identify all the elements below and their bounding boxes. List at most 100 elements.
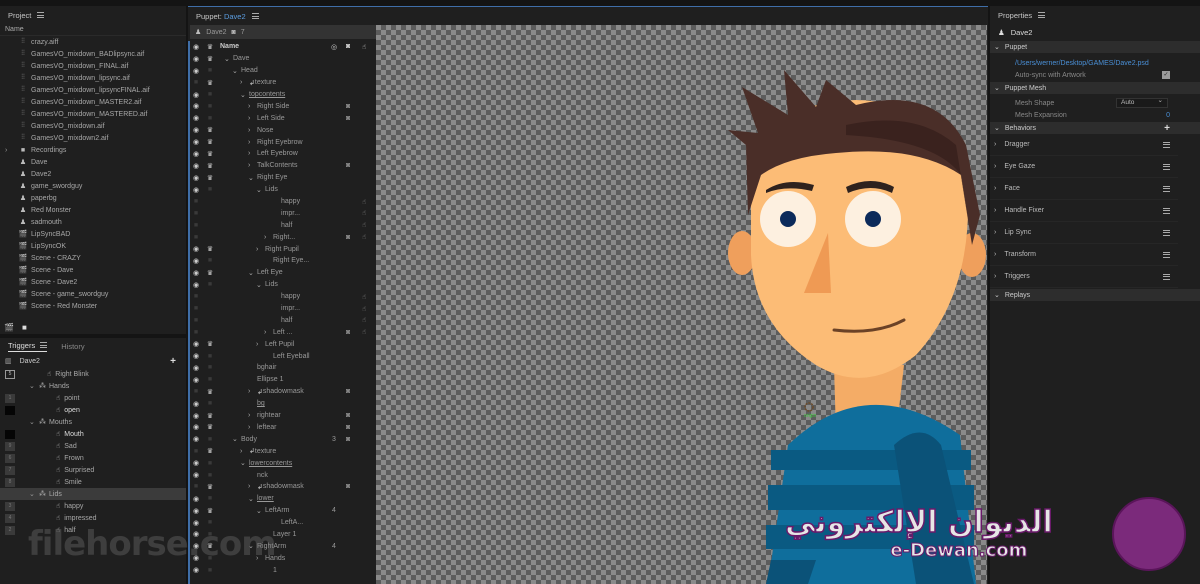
crown-icon[interactable]: ■ xyxy=(204,400,216,407)
trigger-row[interactable]: 4 ☝ impressed xyxy=(0,512,186,524)
chevron-down-icon[interactable]: ⌄ xyxy=(29,418,39,426)
visibility-icon[interactable]: ◉ xyxy=(190,102,202,110)
layer-row[interactable]: ◉ ■ bg xyxy=(190,398,376,410)
layer-row[interactable]: ◉ ■ ⌄ Body 3 ◙ xyxy=(190,433,376,445)
crown-icon[interactable]: ■ xyxy=(204,67,216,74)
layer-row[interactable]: ◉ ■ ⌄ topcontents xyxy=(190,89,376,101)
crown-icon[interactable]: ■ xyxy=(204,495,216,502)
layer-row[interactable]: ◉ ■ 1 xyxy=(190,564,376,576)
behavior-menu-icon[interactable] xyxy=(1163,185,1170,192)
behavior-menu-icon[interactable] xyxy=(1163,141,1170,148)
crown-icon[interactable]: ♛ xyxy=(204,138,216,146)
hand-trigger-icon[interactable]: ☝ xyxy=(362,43,366,51)
layer-row[interactable]: ◉ ♛ ⌄ Left Eye xyxy=(190,267,376,279)
chevron-right-icon[interactable]: › xyxy=(248,139,257,146)
project-item[interactable]: 🎬 Scene - Red Monster xyxy=(0,300,186,312)
new-folder-icon[interactable]: ■ xyxy=(22,323,27,332)
trigger-key-badge[interactable] xyxy=(5,405,15,415)
trigger-group-row[interactable]: ⌄ ⁂ Hands xyxy=(0,380,186,392)
layer-row[interactable]: ◉ ■ Ellipse 1 xyxy=(190,374,376,386)
visibility-icon[interactable]: ◉ xyxy=(190,412,202,420)
chevron-right-icon[interactable]: › xyxy=(994,207,996,214)
layer-row[interactable]: ◉ ♛ ⌄ Dave xyxy=(190,53,376,65)
chevron-right-icon[interactable]: › xyxy=(248,388,257,395)
layer-row[interactable]: ■ impr... ☝ xyxy=(190,303,376,315)
crown-icon[interactable]: ■ xyxy=(204,376,216,383)
chevron-down-icon[interactable]: ⌄ xyxy=(248,174,257,182)
crown-icon[interactable]: ■ xyxy=(204,460,216,467)
chevron-right-icon[interactable]: › xyxy=(248,150,257,157)
layer-row[interactable]: ◉ ■ ⌄ Lids xyxy=(190,279,376,291)
layer-row[interactable]: ■ half ☝ xyxy=(190,219,376,231)
visibility-icon[interactable]: ◉ xyxy=(190,364,202,372)
visibility-icon[interactable]: ◉ xyxy=(190,340,202,348)
chevron-down-icon[interactable]: ⌄ xyxy=(29,490,39,498)
visibility-icon[interactable]: ■ xyxy=(190,317,202,324)
camera-icon[interactable]: ◙ xyxy=(346,436,350,443)
camera-icon[interactable]: ◙ xyxy=(346,483,350,490)
layer-row[interactable]: ■ › Left ... ◙ ☝ xyxy=(190,326,376,338)
layer-row[interactable]: ■ ♛ › ↲ texture xyxy=(190,77,376,89)
behavior-menu-icon[interactable] xyxy=(1163,163,1170,170)
layer-row[interactable]: ■ ♛ › ↲ shadowmask ◙ xyxy=(190,481,376,493)
camera-icon[interactable]: ◙ xyxy=(346,424,350,431)
project-item[interactable]: ⫶⫶ GamesVO_mixdown_MASTERED.aif xyxy=(0,108,186,120)
hand-trigger-icon[interactable]: ☝ xyxy=(362,198,366,206)
behavior-row[interactable]: › Lip Sync xyxy=(990,222,1178,244)
trigger-row[interactable]: 7 ☝ Surprised xyxy=(0,464,186,476)
visibility-icon[interactable]: ■ xyxy=(190,388,202,395)
add-behavior-button[interactable]: + xyxy=(1164,123,1170,134)
crown-icon[interactable]: ♛ xyxy=(204,43,216,51)
mesh-shape-select[interactable]: Auto xyxy=(1116,97,1168,108)
trigger-key-badge[interactable]: 3 xyxy=(5,501,15,511)
hand-trigger-icon[interactable]: ☝ xyxy=(362,293,366,301)
chevron-right-icon[interactable]: › xyxy=(264,234,273,241)
tab-history[interactable]: History xyxy=(61,342,84,351)
layer-row[interactable]: ■ › Right... ◙ ☝ xyxy=(190,231,376,243)
puppet-canvas[interactable]: origin xyxy=(376,25,987,584)
layer-row[interactable]: ◉ ■ Left Eyeball xyxy=(190,350,376,362)
project-item[interactable]: 🎬 LipSyncOK xyxy=(0,240,186,252)
camera-icon[interactable]: ◙ xyxy=(346,234,350,241)
crown-icon[interactable]: ■ xyxy=(204,115,216,122)
layer-row[interactable]: ◉ ■ › Right Side ◙ xyxy=(190,100,376,112)
project-item[interactable]: 🎬 Scene - game_swordguy xyxy=(0,288,186,300)
chevron-down-icon[interactable]: ⌄ xyxy=(256,507,265,515)
visibility-icon[interactable]: ◉ xyxy=(190,352,202,360)
trigger-group-row[interactable]: ⌄ ⁂ Lids xyxy=(0,488,186,500)
chevron-right-icon[interactable]: › xyxy=(256,246,265,253)
visibility-icon[interactable]: ■ xyxy=(190,293,202,300)
chevron-right-icon[interactable]: › xyxy=(240,448,249,455)
visibility-icon[interactable]: ◉ xyxy=(190,400,202,408)
behavior-row[interactable]: › Face xyxy=(990,178,1178,200)
layer-row[interactable]: ◉ ♛ › Right Pupil xyxy=(190,243,376,255)
layer-row[interactable]: ◉ ♛ ⌄ Right Eye xyxy=(190,172,376,184)
camera-icon[interactable]: ◙ xyxy=(346,388,350,395)
chevron-down-icon[interactable]: ⌄ xyxy=(240,91,249,99)
chevron-down-icon[interactable]: ⌄ xyxy=(256,186,265,194)
project-item[interactable]: ♟ game_swordguy xyxy=(0,180,186,192)
layer-row[interactable]: ◉ ♛ › rightear ◙ xyxy=(190,410,376,422)
crown-icon[interactable]: ■ xyxy=(204,281,216,288)
visibility-icon[interactable]: ■ xyxy=(190,483,202,490)
trigger-row[interactable]: 9 ☝ Sad xyxy=(0,440,186,452)
layer-row[interactable]: ◉ ♛ › Nose xyxy=(190,124,376,136)
visibility-icon[interactable]: ■ xyxy=(190,198,202,205)
visibility-icon[interactable]: ◉ xyxy=(190,269,202,277)
chevron-right-icon[interactable]: › xyxy=(248,127,257,134)
camera-icon[interactable]: ◙ xyxy=(346,103,350,110)
visibility-icon[interactable]: ◉ xyxy=(190,257,202,265)
crown-icon[interactable]: ♛ xyxy=(204,245,216,253)
behavior-row[interactable]: › Triggers xyxy=(990,266,1178,288)
section-behaviors[interactable]: ⌄ Behaviors + xyxy=(990,122,1200,134)
layer-row[interactable]: ■ half ☝ xyxy=(190,314,376,326)
project-item[interactable]: ⫶⫶ GamesVO_mixdown_lipsyncFINAL.aif xyxy=(0,84,186,96)
camera-icon[interactable]: ◙ xyxy=(346,162,350,169)
crown-icon[interactable]: ♛ xyxy=(204,412,216,420)
panel-menu-icon[interactable] xyxy=(37,12,45,18)
layer-row[interactable]: ◉ ♛ › leftear ◙ xyxy=(190,422,376,434)
crown-icon[interactable]: ♛ xyxy=(204,388,216,396)
trigger-row[interactable]: 8 ☝ Smile xyxy=(0,476,186,488)
visibility-icon[interactable]: ◉ xyxy=(190,126,202,134)
crown-icon[interactable]: ■ xyxy=(204,186,216,193)
